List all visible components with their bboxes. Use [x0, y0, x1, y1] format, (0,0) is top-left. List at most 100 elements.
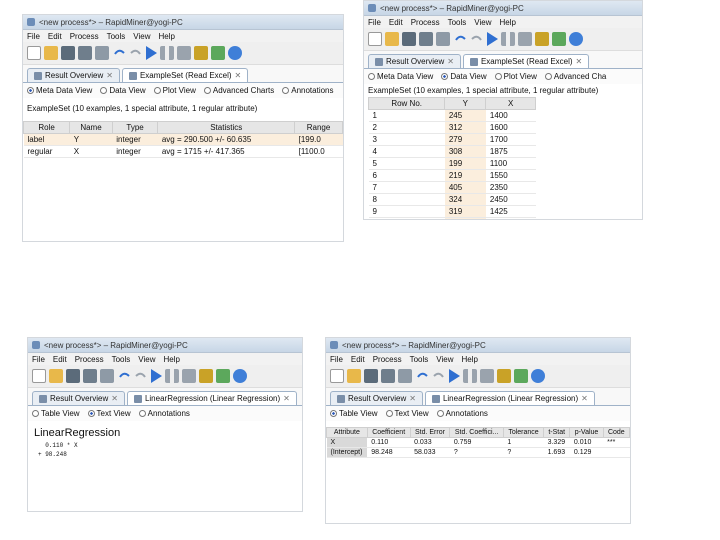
radio-plot-view[interactable]: Plot View	[494, 72, 537, 81]
menu-help[interactable]: Help	[499, 18, 515, 27]
validate-icon[interactable]	[216, 369, 230, 383]
menu-file[interactable]: File	[27, 32, 40, 41]
close-icon[interactable]: ✕	[581, 394, 588, 403]
import-icon[interactable]	[95, 46, 109, 60]
column-header[interactable]: Tolerance	[502, 427, 545, 438]
info-icon[interactable]	[233, 369, 247, 383]
close-icon[interactable]: ✕	[409, 394, 416, 403]
save-icon[interactable]	[402, 32, 416, 46]
info-icon[interactable]	[569, 32, 583, 46]
run-icon[interactable]	[449, 369, 460, 383]
menu-file[interactable]: File	[32, 355, 45, 364]
tab-result-overview[interactable]: Result Overview ✕	[368, 54, 461, 68]
save-icon[interactable]	[61, 46, 75, 60]
table-row[interactable]: label Y integer avg = 290.500 +/- 60.635…	[23, 133, 343, 146]
table-row[interactable]: 5 199 1100	[368, 157, 536, 170]
table-row[interactable]: regular X integer avg = 1715 +/- 417.365…	[23, 145, 343, 158]
radio-meta-data-view[interactable]: Meta Data View	[27, 86, 92, 95]
tab-linear-regression[interactable]: LinearRegression (Linear Regression) ✕	[424, 391, 595, 405]
column-header[interactable]: Code	[602, 427, 630, 438]
menu-help[interactable]: Help	[461, 355, 477, 364]
radio-text-view[interactable]: Text View	[385, 409, 429, 418]
menu-file[interactable]: File	[330, 355, 343, 364]
tab-exampleset[interactable]: ExampleSet (Read Excel) ✕	[121, 68, 249, 82]
save-icon[interactable]	[66, 369, 80, 383]
menu-file[interactable]: File	[368, 18, 381, 27]
column-header[interactable]: Role	[23, 121, 71, 134]
new-process-icon[interactable]	[27, 46, 41, 60]
table-row[interactable]: X 0.110 0.033 0.759 1 3.329 0.010 ***	[326, 437, 630, 448]
import-icon[interactable]	[398, 369, 412, 383]
column-header[interactable]: Attribute	[326, 427, 368, 438]
radio-annotations[interactable]: Annotations	[282, 86, 334, 95]
menu-tools[interactable]: Tools	[112, 355, 131, 364]
column-header[interactable]: t-Stat	[543, 427, 571, 438]
radio-table-view[interactable]: Table View	[32, 409, 80, 418]
validate-icon[interactable]	[514, 369, 528, 383]
close-icon[interactable]: ✕	[106, 71, 113, 80]
menu-edit[interactable]: Edit	[53, 355, 67, 364]
close-icon[interactable]: ✕	[283, 394, 290, 403]
open-icon[interactable]	[49, 369, 63, 383]
new-process-icon[interactable]	[32, 369, 46, 383]
column-header[interactable]: Row No.	[367, 97, 446, 110]
close-icon[interactable]: ✕	[576, 57, 583, 66]
column-header[interactable]: Statistics	[157, 121, 296, 134]
redo-icon[interactable]	[134, 369, 148, 383]
radio-data-view[interactable]: Data View	[441, 72, 487, 81]
menu-help[interactable]: Help	[163, 355, 179, 364]
tab-result-overview[interactable]: Result Overview ✕	[32, 391, 125, 405]
radio-annotations[interactable]: Annotations	[436, 409, 488, 418]
table-row[interactable]: 8 324 2450	[368, 193, 536, 206]
info-icon[interactable]	[531, 369, 545, 383]
table-row[interactable]: 3 279 1700	[368, 133, 536, 146]
radio-plot-view[interactable]: Plot View	[153, 86, 196, 95]
stop-icon[interactable]	[177, 46, 191, 60]
menu-edit[interactable]: Edit	[48, 32, 62, 41]
stop-icon[interactable]	[182, 369, 196, 383]
pause-icon[interactable]	[463, 369, 477, 383]
radio-advanced-charts[interactable]: Advanced Charts	[203, 86, 274, 95]
open-icon[interactable]	[347, 369, 361, 383]
close-icon[interactable]: ✕	[235, 71, 242, 80]
menu-process[interactable]: Process	[411, 18, 440, 27]
menu-view[interactable]: View	[138, 355, 155, 364]
radio-data-view[interactable]: Data View	[100, 86, 146, 95]
menu-process[interactable]: Process	[75, 355, 104, 364]
menu-tools[interactable]: Tools	[410, 355, 429, 364]
table-row[interactable]: 6 219 1550	[368, 169, 536, 182]
save-as-icon[interactable]	[83, 369, 97, 383]
undo-icon[interactable]	[453, 32, 467, 46]
import-icon[interactable]	[436, 32, 450, 46]
redo-icon[interactable]	[432, 369, 446, 383]
undo-icon[interactable]	[117, 369, 131, 383]
save-as-icon[interactable]	[78, 46, 92, 60]
column-header[interactable]: Coefficient	[366, 427, 411, 438]
menu-view[interactable]: View	[436, 355, 453, 364]
wizard-icon[interactable]	[194, 46, 208, 60]
table-row[interactable]: 9 319 1425	[368, 205, 536, 218]
wizard-icon[interactable]	[497, 369, 511, 383]
run-icon[interactable]	[146, 46, 157, 60]
table-row[interactable]: 7 405 2350	[368, 181, 536, 194]
redo-icon[interactable]	[129, 46, 143, 60]
table-row[interactable]: 4 308 1875	[368, 145, 536, 158]
run-icon[interactable]	[151, 369, 162, 383]
radio-advanced-charts[interactable]: Advanced Cha	[544, 72, 606, 81]
tab-linear-regression[interactable]: LinearRegression (Linear Regression) ✕	[126, 391, 297, 405]
column-header[interactable]: Std. Error	[409, 427, 451, 438]
open-icon[interactable]	[44, 46, 58, 60]
column-header[interactable]: Type	[111, 121, 159, 134]
column-header[interactable]: p-Value	[569, 427, 604, 438]
column-header[interactable]: X	[485, 97, 536, 110]
tab-result-overview[interactable]: Result Overview ✕	[330, 391, 423, 405]
table-row[interactable]: 1 245 1400	[368, 109, 536, 122]
undo-icon[interactable]	[112, 46, 126, 60]
save-icon[interactable]	[364, 369, 378, 383]
validate-icon[interactable]	[211, 46, 225, 60]
redo-icon[interactable]	[470, 32, 484, 46]
menu-view[interactable]: View	[474, 18, 491, 27]
wizard-icon[interactable]	[535, 32, 549, 46]
radio-meta-data-view[interactable]: Meta Data View	[368, 72, 433, 81]
table-row[interactable]: (Intercept) 98.248 58.033 ? ? 1.693 0.12…	[326, 447, 630, 458]
